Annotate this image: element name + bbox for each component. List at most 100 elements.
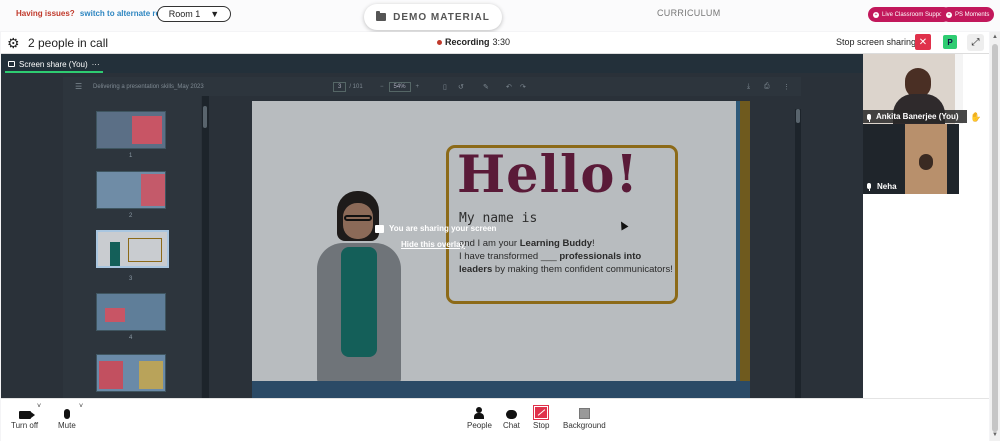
camera-icon [18,411,35,419]
rotate-icon[interactable]: ↺ [458,83,464,91]
room-selector[interactable]: Room 1 ▼ [157,6,231,22]
zoom-level: 54% [388,81,411,92]
stop-screen-sharing-label: Stop screen sharing [836,37,917,47]
page-input[interactable]: 3 [333,81,347,92]
undo-icon[interactable]: ↶ [506,83,512,91]
thumbnail-page[interactable] [96,354,166,392]
more-vert-icon[interactable]: ⋮ [783,83,790,91]
fit-page-icon[interactable]: ▯ [443,83,447,91]
microphone-icon [63,409,70,419]
room-label: Room 1 [168,9,201,19]
live-support-label: Live Classroom Support [882,11,947,18]
ps-moments-button[interactable]: + PS Moments [941,7,995,22]
turn-off-camera-button[interactable]: Turn off [11,403,38,430]
chat-button[interactable]: Chat [503,403,520,430]
hide-overlay-link[interactable]: Hide this overlay [401,240,465,249]
page-scrollbar[interactable]: ▲ ▼ [990,32,1000,441]
chevron-down-icon: ▼ [210,9,220,19]
plus-icon: + [873,11,879,18]
background-icon [578,408,590,419]
stop-sharing-close-button[interactable]: ✕ [915,34,931,50]
turn-off-label: Turn off [11,421,39,430]
participant-label: Ankita Banerjee (You) [863,110,967,123]
tab-screen-share[interactable]: Screen share (You) ··· [5,57,103,73]
stop-share-button[interactable]: Stop [533,403,549,430]
recording-indicator: Recording 3:30 [437,37,510,47]
tab-screen-share-label: Screen share (You) [19,59,88,69]
page-total: / 101 [349,83,363,90]
scroll-down-icon[interactable]: ▼ [992,432,998,438]
thumbnail-number: 1 [129,153,133,159]
call-header: ⚙ 2 people in call Recording 3:30 Stop s… [1,32,989,54]
shared-screen: ☰ Delivering a presentation skills_May 2… [1,73,863,398]
scrollbar-thumb[interactable] [992,44,998,432]
zoom-in-icon[interactable]: + [416,84,420,90]
sharing-message: You are sharing your screen [389,224,497,233]
zoom-out-icon[interactable]: − [380,84,384,90]
recording-label: Recording [445,37,490,47]
people-label: People [467,421,492,430]
microphone-icon [867,183,871,191]
pen-icon[interactable]: ✎ [483,83,489,91]
participants-panel: Ankita Banerjee (You) ✋ Neha [863,54,989,398]
people-icon [474,407,485,419]
thumbnail-number: 3 [129,276,133,282]
stop-label: Stop [533,421,550,430]
chat-label: Chat [503,421,520,430]
thumbnail-page[interactable] [96,111,166,149]
folder-icon [376,11,387,21]
raise-hand-icon[interactable]: ✋ [970,112,981,123]
presentation-slide: Hello! My name is and I am your Learning… [252,101,750,381]
thumbnail-page-selected[interactable] [96,230,169,268]
slide-body: and I am your Learning Buddy! I have tra… [459,238,673,275]
print-icon[interactable]: ⎙ [764,83,770,91]
more-options-icon[interactable]: ··· [92,60,100,69]
scroll-up-icon[interactable]: ▲ [992,34,998,40]
demo-material-label: DEMO MATERIAL [393,11,490,23]
expand-icon[interactable]: ⤢ [967,34,984,51]
curriculum-link[interactable]: CURRICULUM [657,8,721,18]
live-support-button[interactable]: + Live Classroom Support [868,7,952,22]
presenter-photo [307,191,427,381]
pdf-toolbar: ☰ Delivering a presentation skills_May 2… [63,77,801,96]
page-indicator: 3 / 101 [333,81,363,92]
people-button[interactable]: People [467,403,492,430]
pdf-filename: Delivering a presentation skills_May 202… [93,83,204,90]
mute-button[interactable]: Mute [58,403,76,430]
download-icon[interactable]: ⤓ [747,83,750,91]
stop-share-icon [533,405,550,420]
ps-moments-label: PS Moments [955,11,990,18]
sharing-overlay: You are sharing your screen Hide this ov… [375,224,497,249]
issues-question: Having issues? [16,9,75,18]
issues-notice: Having issues? switch to alternate room [16,9,172,18]
participant-avatar[interactable]: P [943,35,957,49]
thumbnail-number: 4 [129,335,133,341]
mute-label: Mute [58,421,76,430]
thumbnail-number: 2 [129,213,133,219]
participant-label: Neha [863,180,923,192]
slide-heading: Hello! [457,145,639,205]
thumbnail-page[interactable] [96,171,166,209]
background-button[interactable]: Background [563,403,606,430]
thumbnail-scrollbar[interactable] [202,96,209,398]
call-toolbar: Turn off ˅ Mute ˅ People Chat Stop Backg… [1,398,989,441]
menu-icon[interactable]: ☰ [75,82,82,91]
mic-options-chevron-icon[interactable]: ˅ [79,403,83,410]
monitor-icon [8,61,15,67]
recording-time: 3:30 [492,37,511,47]
share-tab-bar: Screen share (You) ··· [1,54,989,73]
camera-options-chevron-icon[interactable]: ˅ [37,403,41,410]
recording-dot-icon [437,39,442,45]
redo-icon[interactable]: ↷ [520,83,526,91]
gear-icon[interactable]: ⚙ [7,36,20,50]
thumbnail-page[interactable] [96,293,166,331]
chat-icon [505,410,517,419]
pdf-scrollbar[interactable] [795,109,801,398]
top-bar: Having issues? switch to alternate room … [0,0,1000,31]
screen-share-icon [375,224,384,233]
microphone-icon [867,113,871,122]
demo-material-button[interactable]: DEMO MATERIAL [364,4,502,30]
thumbnail-sidebar: 1 2 3 4 [63,96,201,398]
plus-icon: + [946,11,952,18]
zoom-controls: − 54% + [380,81,420,92]
